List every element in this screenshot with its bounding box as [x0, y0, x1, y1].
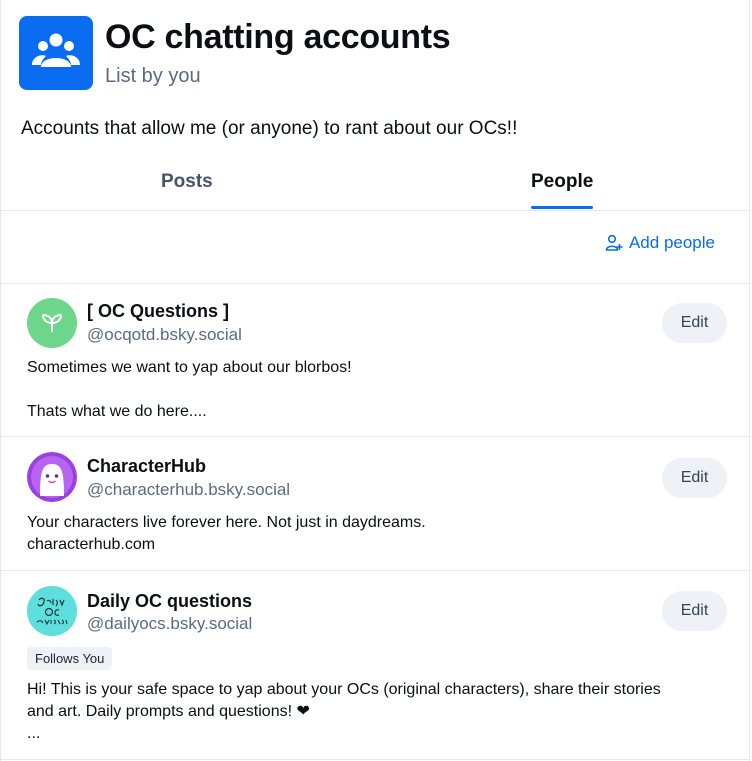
person-bio: Hi! This is your safe space to yap about… — [27, 681, 661, 742]
person-bio: Your characters live forever here. Not j… — [27, 514, 426, 553]
list-avatar — [19, 16, 93, 90]
list-item[interactable]: [ OC Questions ] @ocqotd.bsky.social Edi… — [1, 283, 751, 437]
person-handle[interactable]: @dailyocs.bsky.social — [87, 614, 252, 634]
edit-button[interactable]: Edit — [662, 591, 727, 631]
edit-button[interactable]: Edit — [662, 458, 727, 498]
avatar[interactable] — [27, 298, 77, 348]
list-description: Accounts that allow me (or anyone) to ra… — [21, 118, 518, 139]
tab-people[interactable]: People — [531, 171, 593, 193]
list-page: OC chatting accounts List by you Account… — [0, 0, 751, 761]
person-handle[interactable]: @characterhub.bsky.social — [87, 480, 290, 500]
edit-button[interactable]: Edit — [662, 303, 727, 343]
tab-bar: Posts People — [1, 160, 751, 211]
add-people-bar: Add people — [1, 211, 751, 284]
list-item[interactable]: Daily OC questions @dailyocs.bsky.social… — [1, 571, 751, 760]
tab-posts[interactable]: Posts — [161, 171, 213, 193]
add-people-button[interactable]: Add people — [605, 233, 715, 253]
list-item[interactable]: CharacterHub @characterhub.bsky.social E… — [1, 437, 751, 571]
avatar[interactable] — [27, 586, 77, 636]
list-title: OC chatting accounts — [105, 18, 451, 56]
active-tab-indicator — [531, 206, 593, 209]
person-name[interactable]: Daily OC questions — [87, 591, 252, 612]
avatar[interactable] — [27, 452, 77, 502]
list-subtitle: List by you — [105, 65, 201, 87]
person-bio: Sometimes we want to yap about our blorb… — [27, 359, 352, 420]
add-people-label: Add people — [628, 233, 715, 252]
ghost-character-icon — [27, 452, 77, 502]
daily-oc-logo-icon — [27, 586, 77, 636]
person-handle[interactable]: @ocqotd.bsky.social — [87, 325, 242, 345]
person-name[interactable]: [ OC Questions ] — [87, 301, 229, 322]
users-group-icon — [32, 33, 80, 67]
person-name[interactable]: CharacterHub — [87, 456, 206, 477]
follows-you-badge: Follows You — [27, 647, 113, 670]
add-user-icon — [605, 234, 623, 251]
sprout-icon — [42, 314, 62, 332]
